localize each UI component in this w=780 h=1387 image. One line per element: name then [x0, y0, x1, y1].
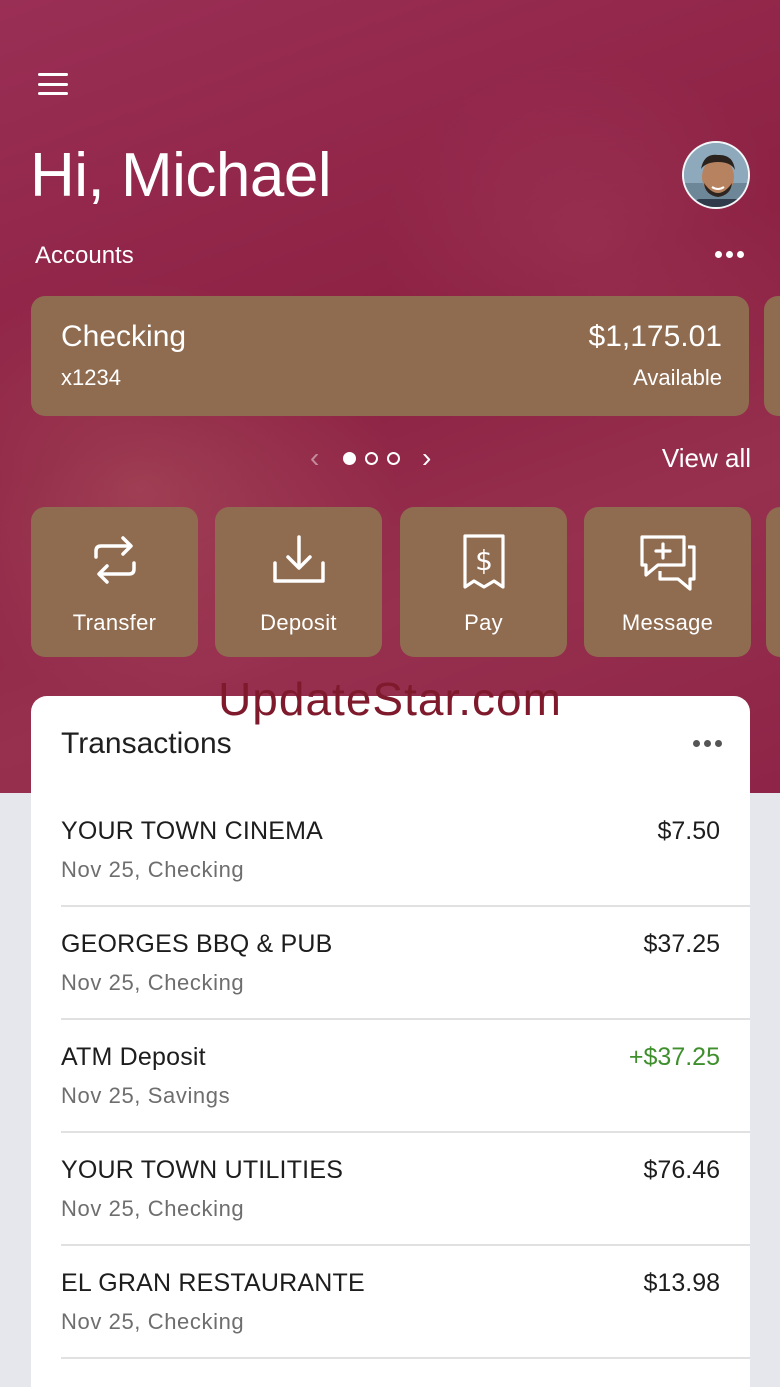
transaction-detail: Nov 25, Checking — [61, 970, 245, 995]
svg-text:$: $ — [475, 544, 493, 577]
account-pager: ‹ › — [310, 443, 446, 473]
transaction-amount: $7.50 — [657, 817, 720, 845]
transaction-amount: $13.98 — [643, 1269, 720, 1297]
transaction-detail: Nov 25, Checking — [61, 1309, 245, 1334]
transactions-more-icon[interactable] — [693, 740, 722, 747]
transaction-row[interactable]: YOUR TOWN UTILITIES Nov 25, Checking $76… — [61, 1133, 750, 1246]
transaction-row[interactable]: GEORGES BBQ & PUB Nov 25, Checking $37.2… — [61, 907, 750, 1020]
pager-dot[interactable] — [343, 451, 356, 465]
deposit-label: Deposit — [260, 610, 337, 635]
greeting-title: Hi, Michael — [30, 141, 332, 210]
message-icon — [639, 535, 696, 591]
transaction-row[interactable]: EL GRAN RESTAURANTE Nov 25, Checking $13… — [61, 1246, 750, 1359]
transaction-row[interactable]: YOUR TOWN CINEMA Nov 25, Checking $7.50 — [61, 794, 750, 907]
transactions-heading: Transactions — [61, 727, 232, 760]
chevron-left-icon[interactable]: ‹ — [310, 443, 334, 473]
account-card-checking[interactable]: Checking x1234 $1,175.01 Available — [31, 296, 749, 416]
transaction-merchant: EL GRAN RESTAURANTE — [61, 1269, 365, 1297]
transaction-merchant: ATM Deposit — [61, 1043, 206, 1071]
transaction-row[interactable]: ATM Deposit Nov 25, Savings +$37.25 — [61, 1020, 750, 1133]
next-action-peek[interactable] — [766, 507, 780, 657]
menu-icon[interactable] — [36, 70, 70, 98]
view-all-link[interactable]: View all — [662, 443, 751, 474]
pay-label: Pay — [464, 610, 503, 635]
transaction-detail: Nov 25, Savings — [61, 1083, 231, 1108]
pager-dot[interactable] — [365, 451, 378, 465]
transaction-detail: Nov 25, Checking — [61, 1196, 245, 1221]
next-account-card-peek[interactable] — [764, 296, 780, 416]
accounts-heading: Accounts — [35, 242, 134, 269]
transfer-button[interactable]: Transfer — [31, 507, 198, 657]
transactions-list: YOUR TOWN CINEMA Nov 25, Checking $7.50 … — [61, 794, 750, 1359]
pager-dot[interactable] — [387, 451, 400, 465]
message-button[interactable]: Message — [584, 507, 751, 657]
chevron-right-icon[interactable]: › — [422, 443, 446, 473]
transfer-icon — [93, 536, 136, 584]
accounts-more-icon[interactable] — [715, 251, 744, 258]
balance-label: Available — [633, 365, 722, 390]
pay-bill-icon: $ — [462, 534, 505, 589]
transaction-merchant: YOUR TOWN UTILITIES — [61, 1156, 344, 1184]
transaction-merchant: YOUR TOWN CINEMA — [61, 817, 324, 845]
transfer-label: Transfer — [72, 610, 157, 635]
transaction-amount: +$37.25 — [628, 1043, 720, 1071]
transaction-amount: $37.25 — [643, 930, 720, 958]
deposit-icon — [272, 535, 325, 583]
pay-button[interactable]: $ Pay — [400, 507, 567, 657]
account-name: Checking — [61, 320, 187, 353]
transactions-panel: Transactions YOUR TOWN CINEMA Nov 25, Ch… — [31, 696, 750, 1387]
transaction-detail: Nov 25, Checking — [61, 857, 245, 882]
deposit-button[interactable]: Deposit — [215, 507, 382, 657]
avatar[interactable] — [682, 141, 750, 209]
message-label: Message — [621, 610, 714, 635]
transaction-merchant: GEORGES BBQ & PUB — [61, 930, 333, 958]
account-number: x1234 — [61, 365, 121, 390]
account-balance: $1,175.01 — [588, 320, 722, 353]
watermark: UpdateStar.com — [218, 673, 562, 725]
transaction-amount: $76.46 — [643, 1156, 720, 1184]
